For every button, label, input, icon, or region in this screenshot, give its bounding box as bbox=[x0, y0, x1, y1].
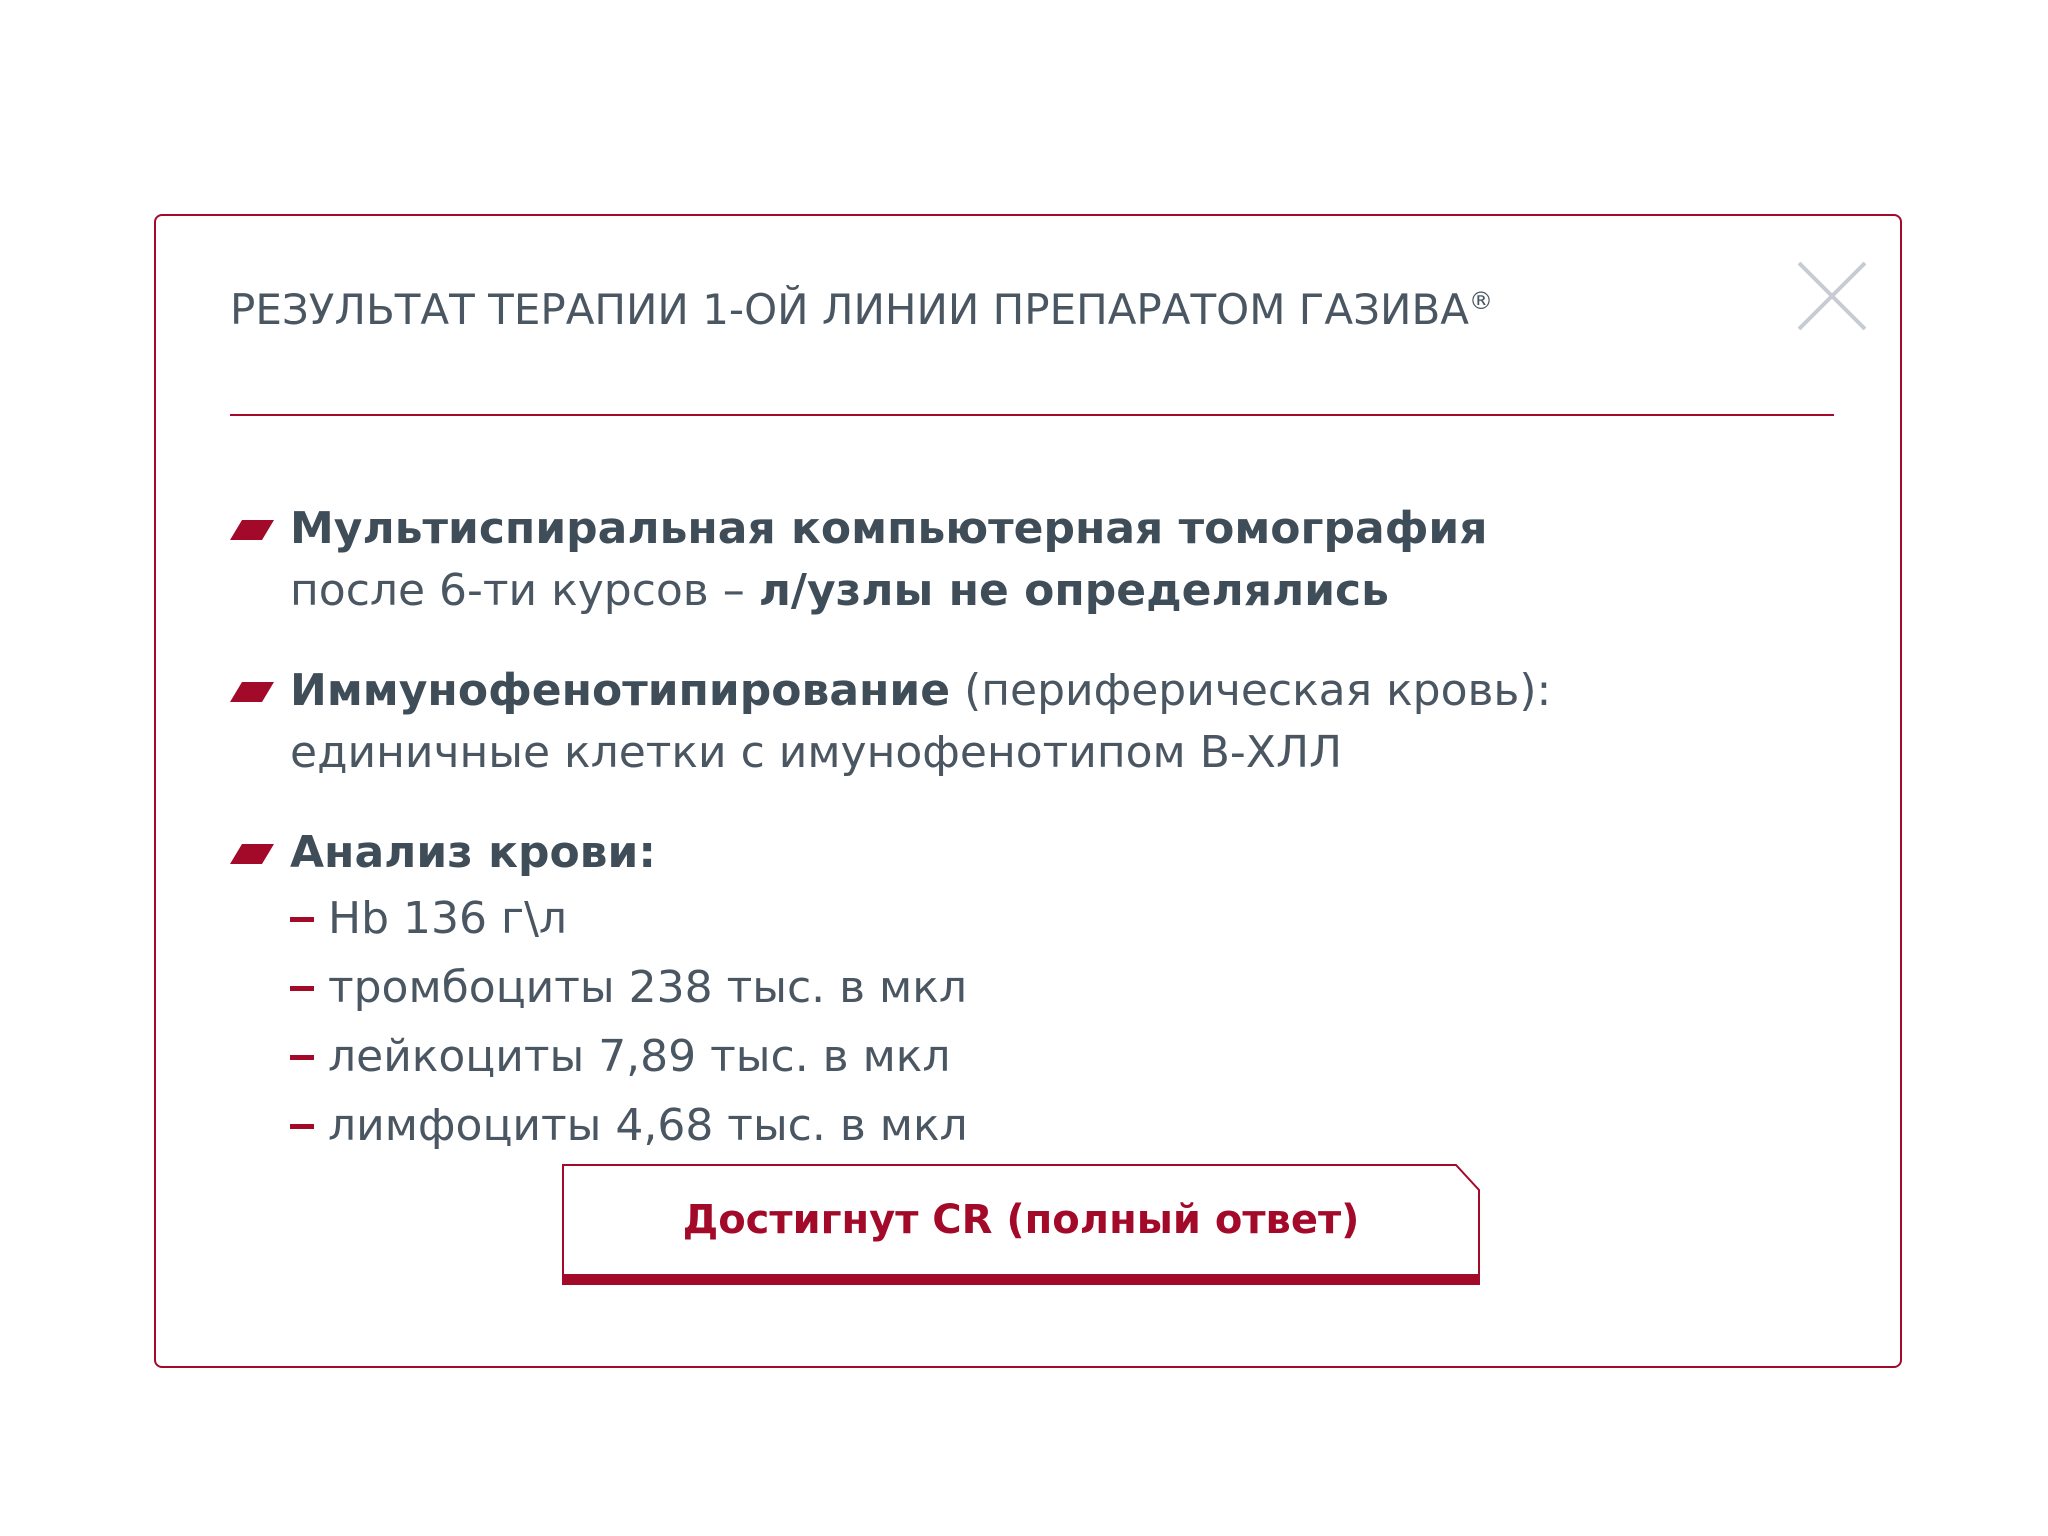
red-parallelogram-bullet-icon bbox=[230, 682, 274, 702]
list-item-hemoglobin: Hb 136 г\л bbox=[290, 884, 1830, 953]
result-label: Достигнут CR (полный ответ) bbox=[682, 1197, 1360, 1243]
dash-icon bbox=[290, 986, 314, 991]
ct-scan-result-intro: после 6-ти курсов – bbox=[290, 565, 759, 616]
registered-mark: ® bbox=[1469, 287, 1494, 315]
red-parallelogram-bullet-icon bbox=[230, 520, 274, 540]
ct-scan-title: Мультиспиральная компьютерная томография bbox=[290, 503, 1488, 554]
section-blood-test: Анализ крови: Hb 136 г\л тромбоциты 238 … bbox=[230, 822, 1830, 1160]
result-dialog: РЕЗУЛЬТАТ ТЕРАПИИ 1-ОЙ ЛИНИИ ПРЕПАРАТОМ … bbox=[154, 214, 1902, 1368]
immunophenotyping-title: Иммунофенотипирование bbox=[290, 665, 951, 716]
immunophenotyping-result: единичные клетки с имунофенотипом В-ХЛЛ bbox=[290, 727, 1343, 778]
immunophenotyping-specimen: (периферическая кровь): bbox=[950, 665, 1552, 716]
list-item-text: лимфоциты 4,68 тыс. в мкл bbox=[328, 1100, 968, 1151]
list-item-platelets: тромбоциты 238 тыс. в мкл bbox=[290, 953, 1830, 1022]
list-item-text: тромбоциты 238 тыс. в мкл bbox=[328, 962, 967, 1013]
result-badge: Достигнут CR (полный ответ) bbox=[562, 1164, 1480, 1286]
ct-scan-result-value: л/узлы не определялись bbox=[758, 565, 1389, 616]
close-button[interactable] bbox=[1796, 260, 1868, 332]
list-item-text: Hb 136 г\л bbox=[328, 893, 568, 944]
title-divider bbox=[230, 414, 1834, 416]
blood-test-title: Анализ крови: bbox=[290, 827, 656, 878]
list-item-lymphocytes: лимфоциты 4,68 тыс. в мкл bbox=[290, 1091, 1830, 1160]
dialog-title: РЕЗУЛЬТАТ ТЕРАПИИ 1-ОЙ ЛИНИИ ПРЕПАРАТОМ … bbox=[230, 280, 1493, 340]
list-item-leukocytes: лейкоциты 7,89 тыс. в мкл bbox=[290, 1022, 1830, 1091]
immunophenotyping-heading: Иммунофенотипирование (периферическая кр… bbox=[290, 660, 1830, 722]
results-content: Мультиспиральная компьютерная томография… bbox=[230, 498, 1830, 1198]
ct-scan-heading: Мультиспиральная компьютерная томография bbox=[290, 498, 1830, 560]
section-ct-scan: Мультиспиральная компьютерная томография… bbox=[230, 498, 1830, 622]
dash-icon bbox=[290, 917, 314, 922]
dash-icon bbox=[290, 1055, 314, 1060]
section-immunophenotyping: Иммунофенотипирование (периферическая кр… bbox=[230, 660, 1830, 784]
dash-icon bbox=[290, 1124, 314, 1129]
blood-test-heading: Анализ крови: bbox=[290, 822, 1830, 884]
blood-test-values: Hb 136 г\л тромбоциты 238 тыс. в мкл лей… bbox=[290, 884, 1830, 1160]
list-item-text: лейкоциты 7,89 тыс. в мкл bbox=[328, 1031, 951, 1082]
red-parallelogram-bullet-icon bbox=[230, 844, 274, 864]
ct-scan-result: после 6-ти курсов – л/узлы не определяли… bbox=[290, 560, 1830, 622]
close-icon bbox=[1797, 261, 1867, 331]
dialog-title-text: РЕЗУЛЬТАТ ТЕРАПИИ 1-ОЙ ЛИНИИ ПРЕПАРАТОМ … bbox=[230, 285, 1470, 334]
